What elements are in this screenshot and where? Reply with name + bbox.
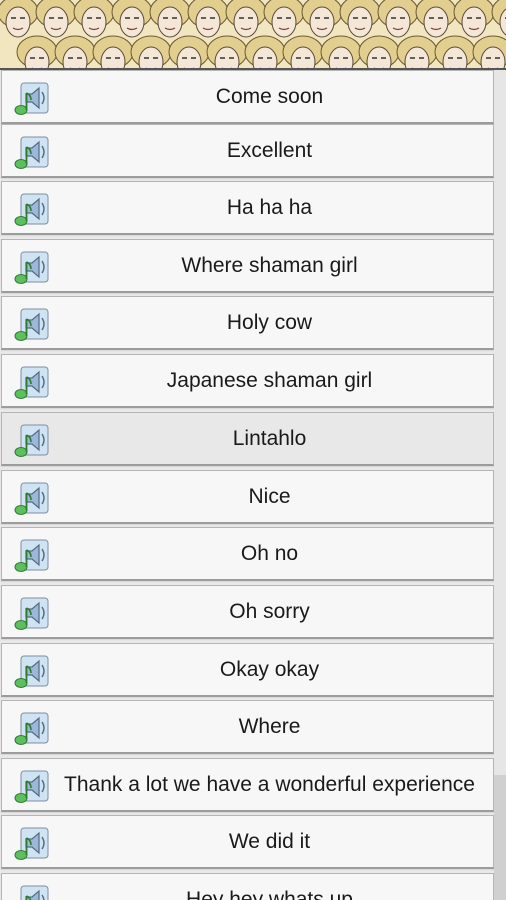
list-item-label: Holy cow	[226, 310, 313, 334]
speaker-music-note-icon	[12, 709, 50, 747]
speaker-music-note-icon	[12, 305, 50, 343]
list-item-label: Thank a lot we have a wonderful experien…	[64, 772, 475, 796]
list-item-label: Nice	[248, 484, 291, 508]
list-item[interactable]: Excellent	[1, 124, 494, 178]
speaker-music-note-icon	[12, 479, 50, 517]
speaker-music-note-icon	[12, 421, 50, 459]
speaker-music-note-icon	[12, 248, 50, 286]
speaker-music-note-icon	[12, 767, 50, 805]
list-item[interactable]: Thank a lot we have a wonderful experien…	[1, 758, 494, 812]
header-banner-image	[0, 0, 506, 70]
list-item[interactable]: Oh no	[1, 527, 494, 581]
speaker-music-note-icon	[12, 190, 50, 228]
list-item[interactable]: Ha ha ha	[1, 181, 494, 235]
list-item-label: Hey hey whats up	[186, 887, 353, 900]
list-item[interactable]: Lintahlo	[1, 412, 494, 466]
list-item[interactable]: Oh sorry	[1, 585, 494, 639]
speaker-music-note-icon	[12, 133, 50, 171]
speaker-music-note-icon	[12, 536, 50, 574]
list-item[interactable]: Hey hey whats up	[1, 873, 494, 900]
list-item-label: Come soon	[215, 84, 324, 108]
list-item-label: Excellent	[226, 138, 313, 162]
list-item[interactable]: Where	[1, 700, 494, 754]
list-item[interactable]: Where shaman girl	[1, 239, 494, 293]
speaker-music-note-icon	[12, 363, 50, 401]
list-item-label: Where	[238, 714, 301, 738]
scrollbar-track[interactable]	[494, 70, 506, 900]
list-item-label: Oh sorry	[229, 599, 310, 623]
list-item[interactable]: Okay okay	[1, 643, 494, 697]
list-item-label: We did it	[228, 829, 311, 853]
scrollbar-thumb[interactable]	[494, 775, 506, 900]
speaker-music-note-icon	[12, 652, 50, 690]
speaker-music-note-icon	[12, 79, 50, 117]
speaker-music-note-icon	[12, 882, 50, 900]
list-item[interactable]: Japanese shaman girl	[1, 354, 494, 408]
list-item[interactable]: Holy cow	[1, 296, 494, 350]
list-item-label: Ha ha ha	[226, 195, 313, 219]
speaker-music-note-icon	[12, 824, 50, 862]
list-item[interactable]: We did it	[1, 815, 494, 869]
list-item-label: Japanese shaman girl	[166, 368, 373, 392]
list-item[interactable]: Come soon	[1, 70, 494, 124]
speaker-music-note-icon	[12, 594, 50, 632]
list-item-label: Oh no	[240, 541, 299, 565]
list-item-label: Lintahlo	[232, 426, 307, 450]
list-item-label: Okay okay	[219, 657, 320, 681]
list-item[interactable]: Nice	[1, 470, 494, 524]
sound-list[interactable]: Come soon Excellent Ha ha ha Where shama…	[0, 70, 506, 900]
list-item-label: Where shaman girl	[181, 253, 358, 277]
